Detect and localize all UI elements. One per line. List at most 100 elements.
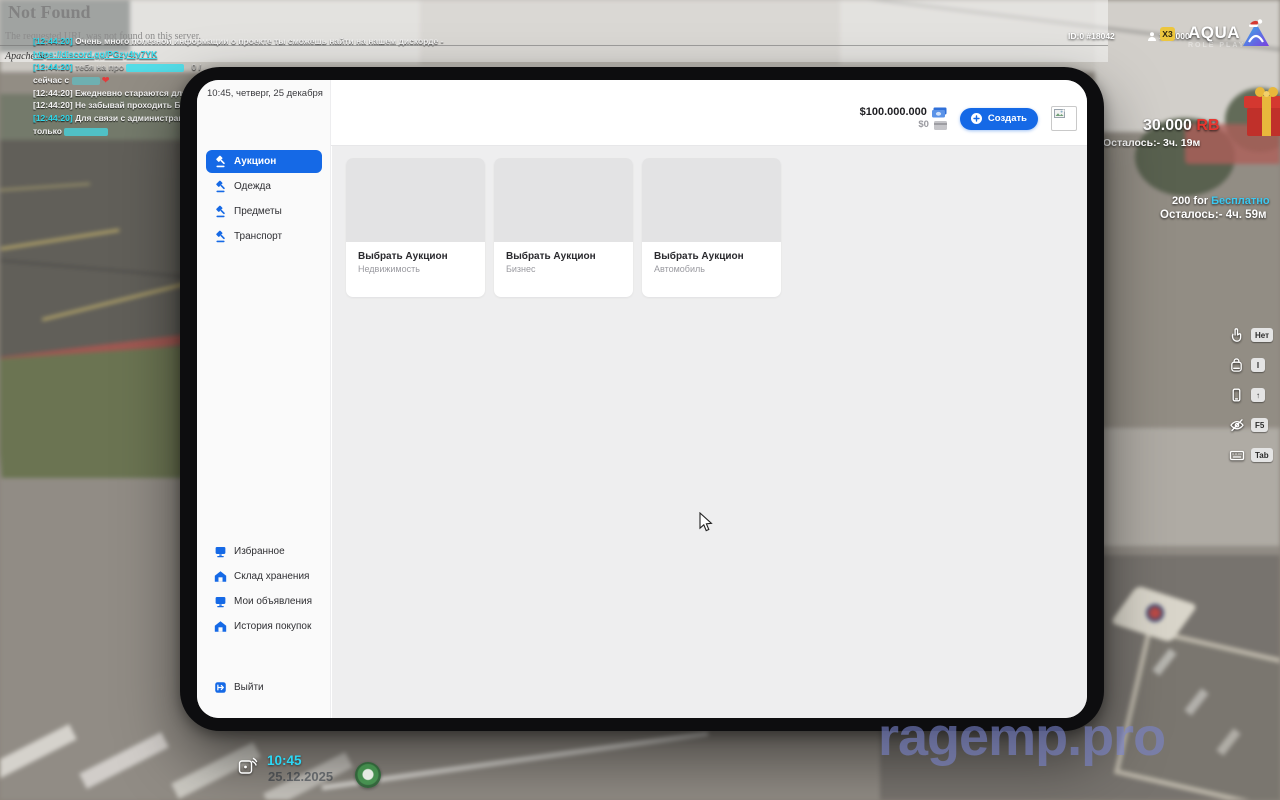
monitor-icon <box>214 595 227 608</box>
keybind-key: ↑ <box>1251 388 1265 402</box>
keybind-key: F5 <box>1251 418 1268 432</box>
chat-timestamp: [12:44:20] <box>33 36 73 46</box>
chat-text: сейчас с <box>33 75 69 85</box>
card-icon <box>934 121 947 130</box>
bank-balance: $0 <box>918 119 929 130</box>
sidebar-item-label: Склад хранения <box>234 571 309 582</box>
watermark: ragemp.pro <box>878 706 1165 768</box>
sidebar-item-label: Одежда <box>234 181 271 192</box>
sidebar-secondary-menu: Избранное Склад хранения Мои объявления … <box>206 540 326 640</box>
chat-text: Для связи с администраци <box>75 113 189 123</box>
sidebar-item-items[interactable]: Предметы <box>206 200 322 223</box>
logout-icon <box>214 681 227 694</box>
broken-image-placeholder <box>1051 106 1077 131</box>
keybind-row: Tab <box>1228 447 1273 463</box>
keybind-row: I <box>1228 357 1273 373</box>
warehouse-icon <box>214 620 227 633</box>
multiplier-badge: X3 <box>1160 27 1175 41</box>
gavel-icon <box>214 205 227 218</box>
warehouse-icon <box>214 570 227 583</box>
chat-unreadable-fragment <box>72 77 100 85</box>
chat-line: [12:44:20] Не забывай проходить Бо <box>33 100 186 110</box>
promo-amount: 30.000 <box>1143 117 1192 134</box>
sidebar-item-purchase-history[interactable]: История покупок <box>206 615 326 638</box>
promo-offer-time-left: Осталось:- 4ч. 59м <box>1160 209 1266 221</box>
auction-card-realty[interactable]: Выбрать Аукцион Недвижимость <box>346 158 485 297</box>
sidebar-item-clothes[interactable]: Одежда <box>206 175 322 198</box>
sidebar-menu: Аукцион Одежда Предметы Транспорт <box>206 150 322 250</box>
sidebar-item-label: Мои объявления <box>234 596 312 607</box>
player-id: ID:0 #18042 <box>1068 31 1115 41</box>
plus-circle-icon <box>971 113 982 124</box>
person-icon <box>1148 32 1156 41</box>
sidebar-item-label: Избранное <box>234 546 285 557</box>
gavel-icon <box>214 230 227 243</box>
gift-icon <box>1242 84 1280 143</box>
offer-text: 200 for <box>1172 195 1208 207</box>
card-image-placeholder <box>642 158 781 242</box>
hud-time: 10:45 <box>267 753 302 768</box>
chat-unreadable-fragment: 0 / <box>187 62 201 72</box>
chat-line: сейчас с ❤ <box>33 75 109 86</box>
sidebar-item-transport[interactable]: Транспорт <box>206 225 322 248</box>
card-title: Выбрать Аукцион <box>346 242 485 264</box>
chat-text: Очень много полезной информации о проект… <box>75 36 443 46</box>
keybind-row: F5 <box>1228 417 1273 433</box>
sidebar-item-auction[interactable]: Аукцион <box>206 150 322 173</box>
monitor-icon <box>214 545 227 558</box>
gps-icon <box>238 757 258 780</box>
broken-image-icon <box>1054 109 1065 119</box>
server-logo-icon <box>1240 18 1272 55</box>
currency-label: RB <box>1196 117 1219 134</box>
keybind-key: Нет <box>1251 328 1273 342</box>
mouse-cursor <box>699 512 714 538</box>
exit-label: Выйти <box>234 682 264 693</box>
chat-line: [12:44:20] Для связи с администраци <box>33 113 189 123</box>
gavel-icon <box>214 180 227 193</box>
voice-indicator-icon <box>355 762 381 788</box>
keybind-key: I <box>1251 358 1265 372</box>
card-title: Выбрать Аукцион <box>494 242 633 264</box>
sidebar-item-label: Предметы <box>234 206 282 217</box>
card-title: Выбрать Аукцион <box>642 242 781 264</box>
backpack-icon <box>1228 357 1245 374</box>
phone-icon <box>1228 387 1245 404</box>
chat-line: только <box>33 126 108 136</box>
chat-timestamp: [12:44:20] <box>33 113 73 123</box>
sidebar-item-my-ads[interactable]: Мои объявления <box>206 590 326 613</box>
keyboard-icon <box>1228 447 1245 464</box>
tablet-screen: 10:45, четверг, 25 декабря Аукцион Одежд… <box>197 80 1087 718</box>
card-image-placeholder <box>346 158 485 242</box>
eye-off-icon <box>1228 417 1245 434</box>
chat-text: [12:44:20] Ежедневно стараются для <box>33 88 187 98</box>
apache-error-page <box>0 0 1108 62</box>
tablet-main-content: Выбрать Аукцион Недвижимость Выбрать Аук… <box>332 146 1087 718</box>
cash-icon <box>932 107 947 118</box>
card-subtitle: Автомобиль <box>642 264 781 274</box>
chat-unreadable-fragment <box>64 128 108 136</box>
card-subtitle: Бизнес <box>494 264 633 274</box>
create-button[interactable]: Создать <box>960 108 1038 130</box>
chat-text: [12:44:20] Не забывай проходить Бо <box>33 100 186 110</box>
auction-card-business[interactable]: Выбрать Аукцион Бизнес <box>494 158 633 297</box>
promo-offer: 200 for Бесплатно <box>1172 195 1270 207</box>
sidebar-item-storage[interactable]: Склад хранения <box>206 565 326 588</box>
chat-text: тебя на про <box>75 62 124 72</box>
tablet-datetime: 10:45, четверг, 25 декабря <box>207 88 323 99</box>
promo-price: 30.000 RB <box>1143 117 1220 135</box>
keybind-row: ↑ <box>1228 387 1273 403</box>
chat-line: [12:44:20] Ежедневно стараются для <box>33 88 187 98</box>
exit-button[interactable]: Выйти <box>206 676 322 699</box>
hud-date: 25.12.2025 <box>268 769 333 784</box>
chat-text: только <box>33 126 62 136</box>
sidebar-item-label: Транспорт <box>234 231 282 242</box>
chat-unreadable-fragment <box>126 64 184 72</box>
heart-icon: ❤ <box>102 75 110 85</box>
auction-card-vehicle[interactable]: Выбрать Аукцион Автомобиль <box>642 158 781 297</box>
promo-time-left: Осталось:- 3ч. 19м <box>1103 137 1200 149</box>
server-brand: AQUA ROLE PLAY <box>1188 24 1245 49</box>
pointer-icon <box>1228 327 1245 344</box>
tablet-device: 10:45, четверг, 25 декабря Аукцион Одежд… <box>180 67 1104 731</box>
sidebar-item-favorites[interactable]: Избранное <box>206 540 326 563</box>
chat-discord-link[interactable]: https://discord.gg/PGzy4ty7YK <box>33 49 157 59</box>
